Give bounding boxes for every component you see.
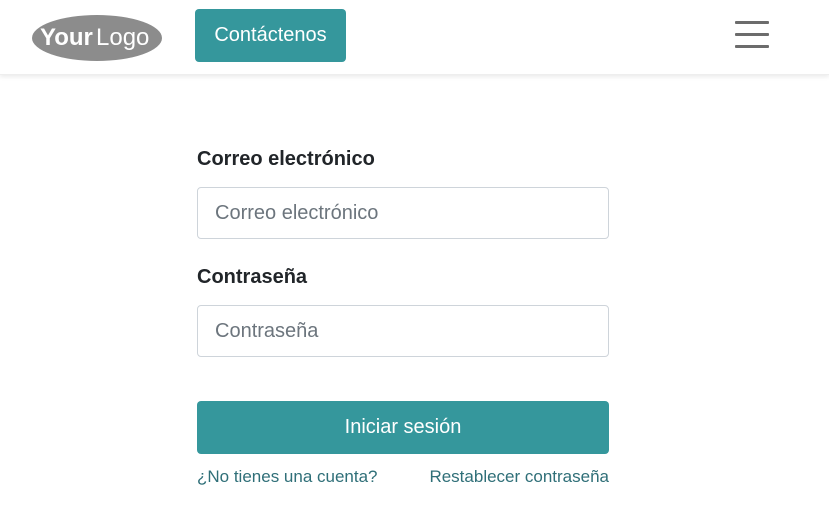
- no-account-link[interactable]: ¿No tienes una cuenta?: [197, 467, 378, 487]
- contact-button[interactable]: Contáctenos: [195, 9, 346, 62]
- reset-password-link[interactable]: Restablecer contraseña: [429, 467, 609, 487]
- logo-image: Your Logo: [32, 15, 162, 61]
- email-label: Correo electrónico: [197, 148, 375, 170]
- top-navbar: Your Logo Contáctenos: [0, 0, 829, 75]
- password-field[interactable]: [197, 305, 609, 357]
- logo[interactable]: Your Logo: [30, 13, 164, 63]
- menu-bar-bottom: [735, 45, 769, 48]
- logo-text-bold: Your: [40, 24, 93, 51]
- password-label: Contraseña: [197, 266, 308, 288]
- hamburger-menu-icon[interactable]: [735, 21, 769, 49]
- menu-bar-top: [735, 21, 769, 24]
- login-button[interactable]: Iniciar sesión: [197, 401, 609, 454]
- email-field[interactable]: [197, 187, 609, 239]
- menu-bar-middle: [735, 33, 769, 36]
- logo-text-light: Logo: [96, 24, 149, 51]
